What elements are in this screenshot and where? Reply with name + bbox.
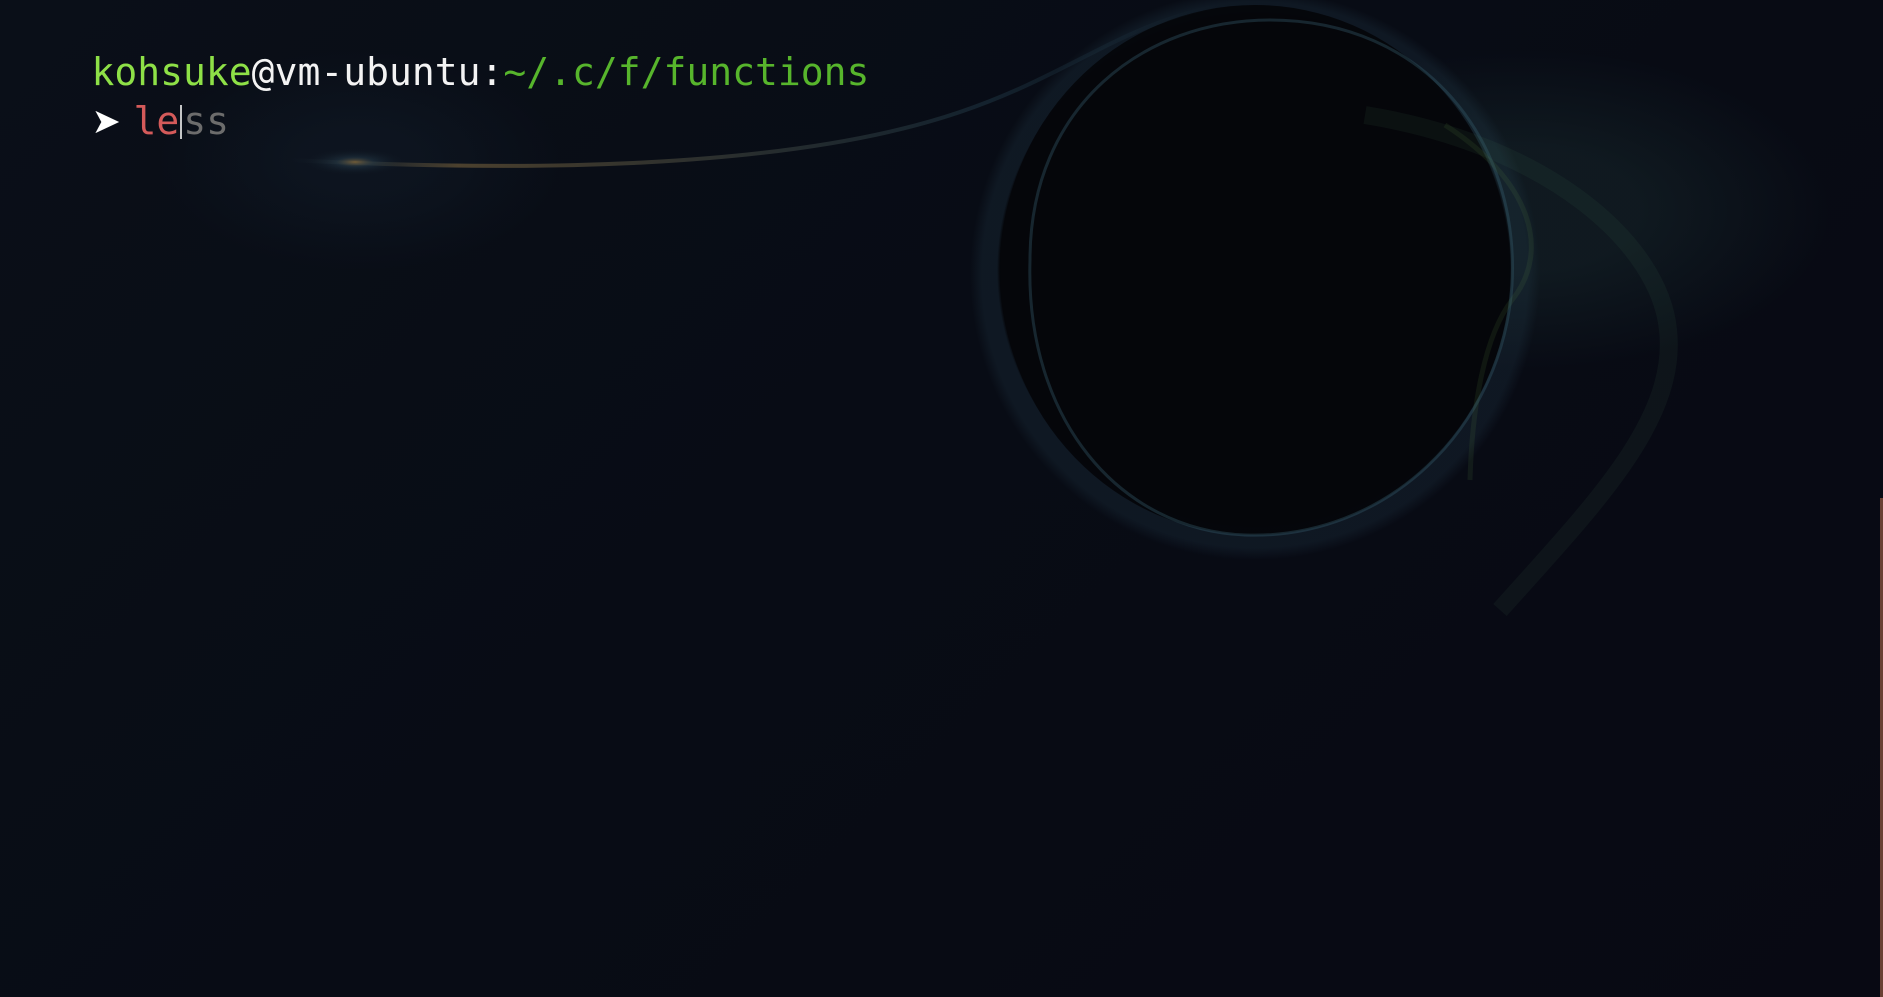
text-cursor <box>180 105 183 139</box>
terminal-command-line[interactable]: ➤ le ss <box>0 49 230 143</box>
autocomplete-suggestion: ss <box>183 99 230 143</box>
hostname: vm-ubuntu <box>274 50 481 94</box>
terminal-prompt-line: kohsuke@vm-ubuntu:~/.c/f/functions <box>0 0 870 94</box>
nebula-arc-right <box>1363 106 1678 617</box>
space-wallpaper-background <box>289 4 1678 617</box>
at-separator: @ <box>251 50 275 94</box>
path-separator: : <box>480 50 504 94</box>
planet-shadow <box>1000 5 1510 535</box>
nebula-arc-inner <box>1443 122 1534 481</box>
light-flare <box>301 148 409 176</box>
terminal-window[interactable]: kohsuke@vm-ubuntu:~/.c/f/functions ➤ le ss <box>0 0 1883 997</box>
arrow-prompt-icon: ➤ <box>91 102 121 142</box>
orbit-ring <box>1028 18 1514 537</box>
current-directory-path: ~/.c/f/functions <box>503 50 870 94</box>
typed-command-text[interactable]: le <box>134 99 180 143</box>
